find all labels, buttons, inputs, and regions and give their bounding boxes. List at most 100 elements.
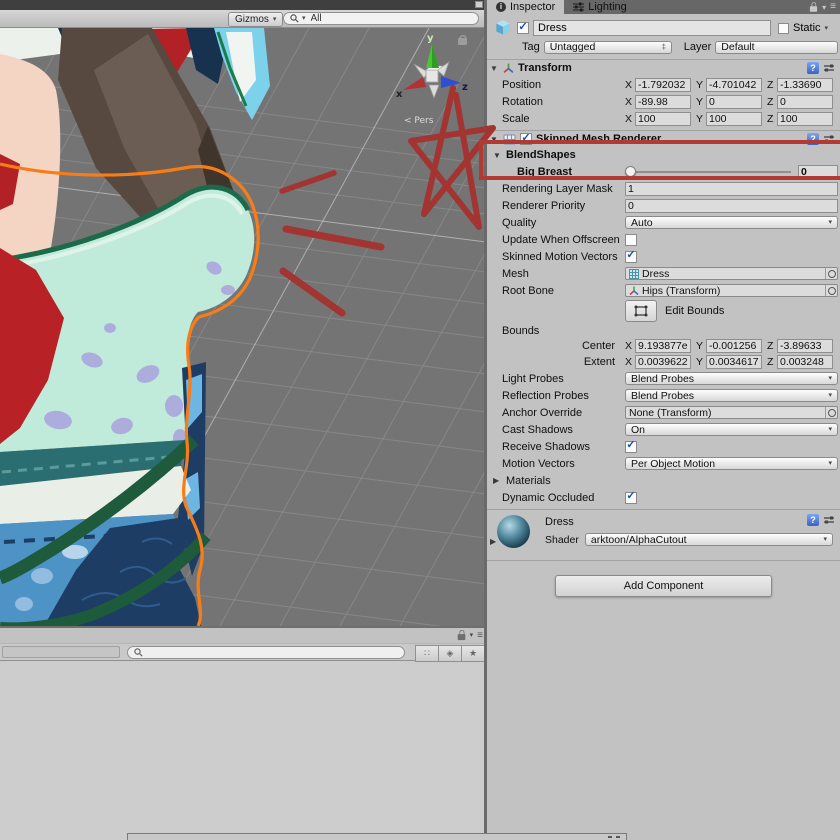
reflection-probes-label: Reflection Probes [502,390,625,402]
anchor-override-row: Anchor Override None (Transform) [487,404,840,421]
search-icon [290,14,299,23]
scale-x-field[interactable]: 100 [635,112,691,126]
static-checkbox[interactable] [778,23,789,34]
extent-z-field[interactable]: 0.003248 [777,355,833,369]
quality-label: Quality [502,217,625,229]
component-enabled-checkbox[interactable]: ✓ [520,133,532,145]
material-preview-sphere[interactable] [497,515,530,548]
object-picker-button[interactable] [825,268,837,279]
info-icon: i [496,2,506,12]
renderer-priority-field[interactable]: 0 [625,199,838,213]
extent-label: Extent [502,356,625,368]
floating-window-top[interactable] [127,833,627,840]
center-y-field[interactable]: -0.001256 [706,339,762,353]
preset-icon[interactable] [823,133,835,145]
scale-z-field[interactable]: 100 [777,112,833,126]
receive-shadows-checkbox[interactable]: ✓ [625,441,637,453]
reflection-probes-dropdown[interactable]: Blend Probes ▾ [625,389,838,402]
rotation-x-field[interactable]: -89.98 [635,95,691,109]
z-axis-label: Z [767,96,777,108]
quality-value: Auto [631,217,653,229]
update-when-offscreen-checkbox[interactable] [625,234,637,246]
quality-dropdown[interactable]: Auto ▾ [625,216,838,229]
transform-header[interactable]: ▼ Transform ? [487,59,840,76]
help-icon[interactable]: ? [807,62,819,74]
help-icon[interactable]: ? [807,133,819,145]
chevron-down-icon[interactable]: ▾ [470,632,474,639]
rotation-z-field[interactable]: 0 [777,95,833,109]
tag-dropdown[interactable]: Untagged ‡ [544,41,672,54]
center-z-field[interactable]: -3.89633 [777,339,833,353]
shader-dropdown[interactable]: arktoon/AlphaCutout ▾ [585,533,833,546]
mesh-icon [629,269,639,279]
project-search-field[interactable] [127,646,405,659]
chevron-down-icon: ▾ [824,460,832,467]
tab-inspector[interactable]: i Inspector [487,0,564,14]
lock-icon[interactable] [810,2,817,12]
chevron-down-icon[interactable]: ▾ [822,3,826,12]
foldout-icon[interactable]: ▼ [490,135,499,144]
project-search-input[interactable] [146,644,380,661]
lock-icon[interactable] [457,630,465,640]
dynamic-occluded-checkbox[interactable]: ✓ [625,492,637,504]
breadcrumb[interactable] [2,646,120,658]
preset-icon[interactable] [823,62,835,74]
anchor-override-value: None (Transform) [629,407,711,419]
object-picker-button[interactable] [825,407,837,418]
y-axis-label: Y [696,79,706,91]
foldout-icon[interactable]: ▼ [490,64,499,73]
blendshapes-foldout[interactable]: ▼ BlendShapes [487,147,840,163]
edit-bounds-button[interactable] [625,300,657,322]
scene-search-input[interactable] [309,12,463,25]
position-y-field[interactable]: -4.701042 [706,78,762,92]
rotation-y-field[interactable]: 0 [706,95,762,109]
object-picker-button[interactable] [825,285,837,296]
light-probes-dropdown[interactable]: Blend Probes ▾ [625,372,838,385]
favorites-button[interactable]: ★ [462,645,485,662]
extent-y-field[interactable]: 0.0034617 [706,355,762,369]
mesh-object-field[interactable]: Dress [625,267,838,280]
position-row: Position X-1.792032 Y-4.701042 Z-1.33690 [487,76,840,93]
center-x-field[interactable]: 9.193877e [635,339,691,353]
blendshape-value-field[interactable]: 0 [798,165,838,179]
active-checkbox[interactable]: ✓ [517,22,529,34]
anchor-override-field[interactable]: None (Transform) [625,406,838,419]
materials-foldout[interactable]: ▶ Materials [487,472,840,489]
skinned-motion-vectors-checkbox[interactable]: ✓ [625,251,637,263]
scale-y-field[interactable]: 100 [706,112,762,126]
x-axis-label: x [396,89,403,100]
materials-label: Materials [506,475,551,487]
motion-vectors-dropdown[interactable]: Per Object Motion ▾ [625,457,838,470]
position-z-field[interactable]: -1.33690 [777,78,833,92]
scene-viewport[interactable]: y x z < Pers [0,28,486,626]
help-icon[interactable]: ? [807,514,819,526]
mesh-label: Mesh [502,268,625,280]
slider-handle[interactable] [625,166,636,177]
dynamic-occluded-row: Dynamic Occluded ✓ [487,489,840,506]
rendering-layer-mask-field[interactable]: 1 [625,182,838,196]
skinned-mesh-renderer-header[interactable]: ▼ ✓ Skinned Mesh Renderer ? [487,130,840,147]
scene-search-field[interactable]: ▾ [283,12,479,25]
gizmos-button[interactable]: Gizmos ▾ [228,12,283,27]
update-when-offscreen-label: Update When Offscreen [502,234,625,246]
bounds-extent-row: Extent X0.0039622 Y0.0034617 Z0.003248 [487,354,840,370]
menu-icon[interactable]: ≡ [477,630,483,641]
tab-scroll-button[interactable] [475,1,483,8]
search-by-label-button[interactable]: ◈ [439,645,462,662]
search-by-type-button[interactable]: ∷ [415,645,439,662]
position-x-field[interactable]: -1.792032 [635,78,691,92]
gameobject-name-field[interactable]: Dress [533,20,771,36]
slider-track[interactable] [630,171,791,173]
perspective-label[interactable]: < Pers [404,116,434,126]
add-component-button[interactable]: Add Component [555,575,772,597]
root-bone-object-field[interactable]: Hips (Transform) [625,284,838,297]
menu-icon[interactable]: ≡ [830,2,836,12]
static-caret-icon[interactable]: ▾ [825,25,829,32]
blendshape-slider[interactable] [625,163,793,180]
cast-shadows-dropdown[interactable]: On ▾ [625,423,838,436]
layer-dropdown[interactable]: Default [715,41,838,54]
tab-lighting[interactable]: Lighting [564,0,636,14]
extent-x-field[interactable]: 0.0039622 [635,355,691,369]
window-glyph [616,836,620,838]
preset-icon[interactable] [823,514,835,526]
